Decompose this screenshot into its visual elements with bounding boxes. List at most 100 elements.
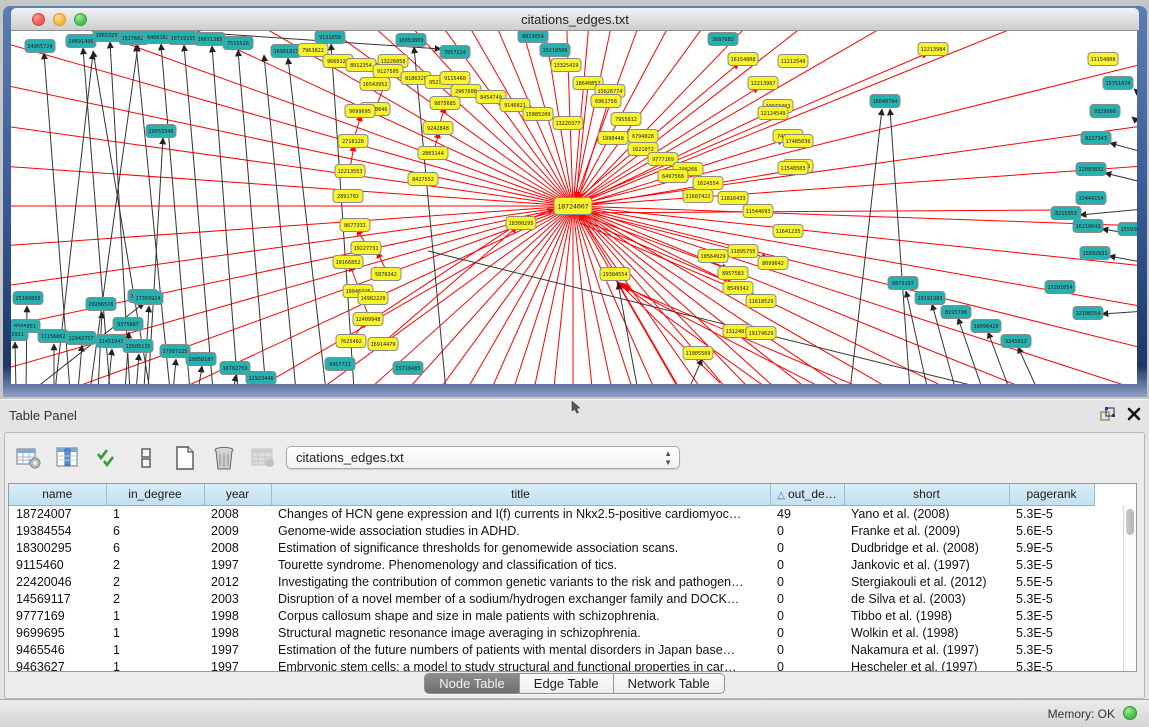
table-cell[interactable]: 2008	[204, 505, 271, 522]
tab-node-table[interactable]: Node Table	[425, 674, 520, 693]
table-cell[interactable]: 0	[770, 641, 844, 658]
graph-edge[interactable]	[264, 55, 296, 384]
graph-node[interactable]: 11451943	[96, 335, 126, 348]
graph-node[interactable]: 8813054	[518, 31, 548, 43]
table-row[interactable]: 946554611997Estimation of the future num…	[9, 641, 1094, 658]
graph-node[interactable]: 9699695	[345, 105, 375, 118]
table-cell[interactable]: Genome-wide association studies in ADHD.	[271, 522, 770, 539]
graph-node[interactable]: 9127505	[373, 65, 403, 78]
graph-edge[interactable]	[136, 354, 139, 384]
graph-node[interactable]: 10564929	[698, 250, 728, 263]
graph-node[interactable]: 6879197	[888, 277, 918, 290]
table-cell[interactable]: 49	[770, 505, 844, 522]
graph-node[interactable]: 8677331	[340, 219, 370, 232]
graph-node[interactable]: 2718126	[338, 135, 368, 148]
delete-icon[interactable]	[208, 442, 240, 474]
table-cell[interactable]: Investigating the contribution of common…	[271, 573, 770, 590]
table-cell[interactable]: 1	[106, 607, 204, 624]
graph-node[interactable]: 13325419	[551, 59, 581, 72]
graph-node[interactable]: 16154808	[728, 53, 758, 66]
graph-edge[interactable]	[573, 206, 1137, 384]
table-row[interactable]: 977716911998Corpus callosum shape and si…	[9, 607, 1094, 624]
graph-node[interactable]: 1624554	[693, 177, 723, 190]
table-cell[interactable]: 9465546	[9, 641, 106, 658]
table-cell[interactable]: 2012	[204, 573, 271, 590]
graph-edge[interactable]	[65, 31, 573, 206]
graph-node[interactable]: 16648784	[870, 95, 900, 108]
graph-node[interactable]: 8912354	[346, 59, 376, 72]
graph-edge[interactable]	[11, 206, 573, 384]
graph-node[interactable]: 16543952	[360, 78, 390, 91]
network-canvas[interactable]: 2405572420691406106532571527602164661621…	[11, 31, 1137, 384]
graph-node[interactable]: 12106554	[1073, 307, 1103, 320]
table-cell[interactable]: 1997	[204, 658, 271, 672]
table-cell[interactable]: Changes of HCN gene expression and I(f) …	[271, 505, 770, 522]
graph-edge[interactable]	[26, 306, 27, 384]
graph-edge[interactable]	[573, 206, 1137, 384]
graph-edge[interactable]	[573, 206, 1137, 384]
graph-edge[interactable]	[238, 50, 266, 384]
table-select-dropdown[interactable]: citations_edges.txt ▲▼	[286, 446, 680, 469]
graph-node[interactable]: 16782759	[220, 362, 250, 375]
graph-node[interactable]: 17485036	[783, 135, 813, 148]
graph-edge[interactable]	[11, 206, 573, 384]
graph-node[interactable]: 12213553	[335, 165, 365, 178]
table-row[interactable]: 946362711997Embryonic stem cells: a mode…	[9, 658, 1094, 672]
graph-node[interactable]: 11212549	[778, 55, 808, 68]
graph-node[interactable]: 11607422	[683, 190, 713, 203]
graph-node[interactable]: 16053809	[396, 34, 426, 47]
graph-edge[interactable]	[11, 206, 573, 384]
table-cell[interactable]: 0	[770, 573, 844, 590]
graph-edge[interactable]	[11, 206, 573, 384]
graph-edge[interactable]	[1109, 256, 1137, 263]
graph-edge[interactable]	[573, 206, 1137, 384]
table-cell[interactable]: 0	[770, 607, 844, 624]
table-cell[interactable]: 1	[106, 658, 204, 672]
graph-node[interactable]: 9457721	[325, 358, 355, 371]
graph-node[interactable]: 15751074	[1103, 77, 1133, 90]
table-cell[interactable]: 5.3E-5	[1009, 607, 1094, 624]
graph-node[interactable]: 11895755	[728, 245, 758, 258]
table-row[interactable]: 1830029562008Estimation of significance …	[9, 539, 1094, 556]
graph-node[interactable]: 13505135	[123, 340, 153, 353]
attribute-table[interactable]: name in_degree year title △out_de… short…	[8, 483, 1137, 672]
graph-node[interactable]: 20053346	[146, 125, 176, 138]
table-scrollbar-thumb[interactable]	[1126, 509, 1134, 535]
graph-node[interactable]: 18724007	[554, 198, 592, 215]
graph-edge[interactable]	[331, 44, 354, 384]
table-cell[interactable]: 1	[106, 641, 204, 658]
table-row[interactable]: 1872400712008Changes of HCN gene express…	[9, 505, 1094, 522]
column-header-year[interactable]: year	[204, 484, 271, 505]
table-row[interactable]: 911546021997Tourette syndrome. Phenomeno…	[9, 556, 1094, 573]
graph-node[interactable]: 12124549	[758, 107, 788, 120]
graph-node[interactable]: 8427552	[408, 173, 438, 186]
table-cell[interactable]: Disruption of a novel member of a sodium…	[271, 590, 770, 607]
table-row[interactable]: 969969511998Structural magnetic resonanc…	[9, 624, 1094, 641]
graph-edge[interactable]	[573, 206, 1137, 384]
table-cell[interactable]: 2003	[204, 590, 271, 607]
graph-edge[interactable]	[11, 206, 573, 384]
graph-edge[interactable]	[11, 206, 573, 384]
table-cell[interactable]: 1998	[204, 607, 271, 624]
clear-selection-icon[interactable]	[130, 442, 162, 474]
graph-edge[interactable]	[1105, 173, 1137, 183]
graph-node[interactable]: 19384554	[600, 268, 630, 281]
table-cell[interactable]: 1	[106, 505, 204, 522]
table-cell[interactable]: Tourette syndrome. Phenomenology and cla…	[271, 556, 770, 573]
graph-edge[interactable]	[1110, 143, 1137, 153]
graph-node[interactable]: 15885209	[523, 108, 553, 121]
graph-node[interactable]: 5878342	[371, 268, 401, 281]
graph-edge[interactable]	[198, 366, 202, 384]
tab-edge-table[interactable]: Edge Table	[520, 674, 614, 693]
table-cell[interactable]: 19384554	[9, 522, 106, 539]
column-header-name[interactable]: name	[9, 484, 106, 505]
graph-node[interactable]: 24055724	[25, 40, 55, 53]
table-cell[interactable]: 5.6E-5	[1009, 522, 1094, 539]
table-cell[interactable]: Estimation of the future numbers of pati…	[271, 641, 770, 658]
close-panel-icon[interactable]	[1127, 407, 1141, 421]
graph-node[interactable]: 16914479	[368, 338, 398, 351]
float-panel-icon[interactable]	[1099, 406, 1117, 422]
graph-node[interactable]: 13220377	[553, 117, 583, 130]
graph-edge[interactable]	[11, 206, 573, 384]
graph-node[interactable]: 7625402	[336, 335, 366, 348]
